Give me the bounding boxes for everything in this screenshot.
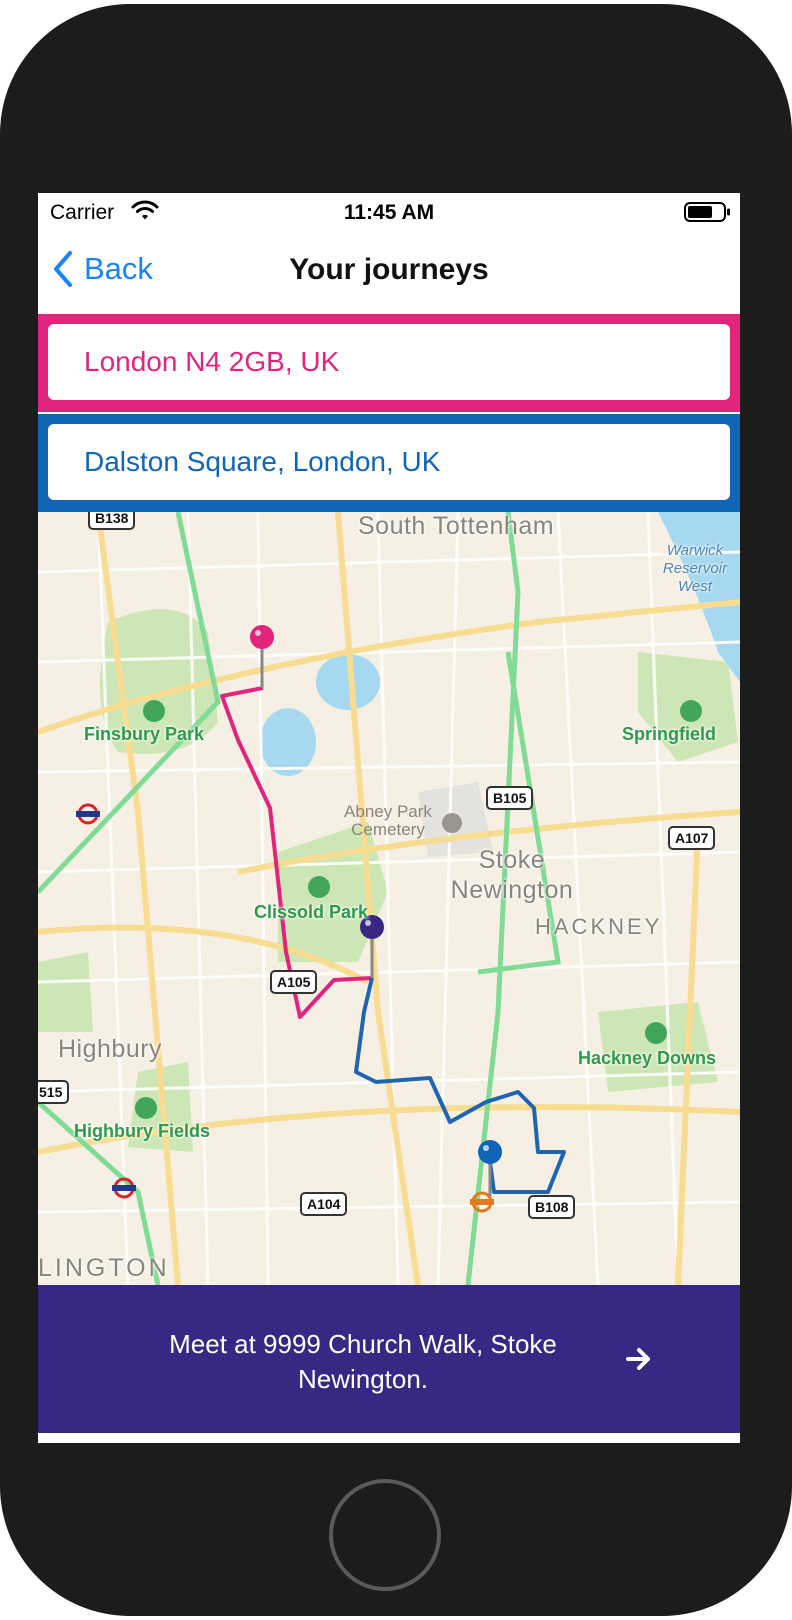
park-label: Clissold Park xyxy=(254,902,369,922)
nav-bar: Back Your journeys xyxy=(38,233,740,305)
cemetery-label: Abney Park Cemetery xyxy=(344,802,432,839)
origin-field[interactable]: London N4 2GB, UK xyxy=(48,324,730,400)
road-shield: A107 xyxy=(668,826,716,850)
area-label: HACKNEY xyxy=(535,914,663,939)
battery-icon xyxy=(684,202,730,222)
meet-point-text: Meet at 9999 Church Walk, Stoke Newingto… xyxy=(169,1329,557,1394)
home-button[interactable] xyxy=(329,1479,441,1591)
map-base xyxy=(38,512,740,1285)
screen: Carrier 11:45 AM Back Your journeys Lond… xyxy=(38,193,740,1443)
phone-frame: Carrier 11:45 AM Back Your journeys Lond… xyxy=(0,4,792,1616)
destination-field-frame: Dalston Square, London, UK xyxy=(38,414,740,512)
park-label: Hackney Downs xyxy=(578,1048,717,1068)
meet-point-button[interactable]: Meet at 9999 Church Walk, Stoke Newingto… xyxy=(38,1285,740,1433)
road-shield: A104 xyxy=(300,1192,348,1216)
map-view[interactable]: South Tottenham Stoke Newington HACKNEY … xyxy=(38,512,740,1285)
park-label: Springfield xyxy=(622,724,716,744)
arrow-right-icon xyxy=(626,1348,650,1370)
road-shield: 515 xyxy=(38,1080,70,1104)
page-title: Your journeys xyxy=(289,253,489,286)
area-label: South Tottenham xyxy=(358,512,555,540)
road-shield: B105 xyxy=(486,786,534,810)
area-label: Highbury xyxy=(58,1035,163,1063)
road-shield: A105 xyxy=(270,970,318,994)
park-label: Highbury Fields xyxy=(74,1121,211,1141)
area-label: LINGTON xyxy=(38,1254,170,1282)
water-label: Warwick Reservoir West xyxy=(662,542,728,595)
area-label: Stoke Newington xyxy=(450,846,574,904)
park-label: Finsbury Park xyxy=(84,724,205,744)
road-shield: B138 xyxy=(88,512,136,530)
destination-field[interactable]: Dalston Square, London, UK xyxy=(48,424,730,500)
origin-field-frame: London N4 2GB, UK xyxy=(38,314,740,412)
road-shield: B108 xyxy=(528,1195,576,1219)
clock: 11:45 AM xyxy=(343,201,435,224)
status-bar: Carrier 11:45 AM xyxy=(38,193,740,233)
